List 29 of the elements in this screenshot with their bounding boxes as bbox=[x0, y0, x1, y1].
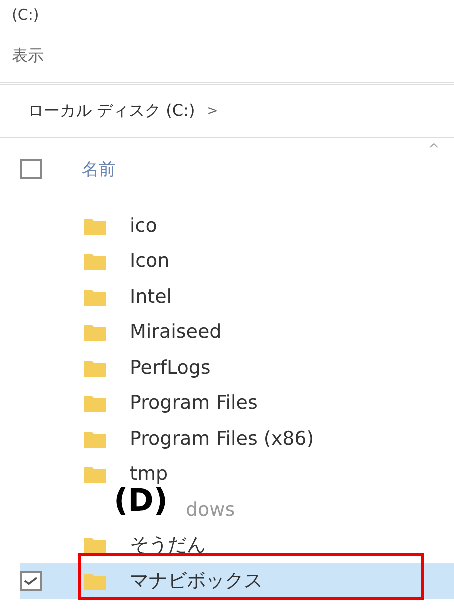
select-all-checkbox[interactable] bbox=[20, 159, 42, 179]
file-name[interactable]: マナビボックス bbox=[130, 568, 263, 594]
row-checkbox[interactable] bbox=[20, 570, 42, 591]
folder-icon bbox=[84, 394, 106, 412]
file-name[interactable]: PerfLogs bbox=[130, 356, 211, 379]
sort-indicator: ^ bbox=[428, 142, 440, 158]
file-name[interactable]: Miraiseed bbox=[130, 321, 222, 344]
window-title: (C:) bbox=[11, 5, 40, 26]
folder-icon bbox=[84, 323, 106, 342]
check-icon bbox=[24, 576, 38, 586]
folder-icon bbox=[84, 358, 106, 377]
column-header[interactable]: 名前 bbox=[82, 158, 116, 180]
folder-icon bbox=[84, 252, 106, 270]
file-name[interactable]: Intel bbox=[130, 286, 172, 308]
folder-icon bbox=[84, 536, 106, 554]
file-name[interactable]: Icon bbox=[130, 250, 170, 272]
file-name[interactable]: ico bbox=[130, 214, 158, 237]
folder-icon bbox=[84, 572, 106, 590]
selected-row[interactable]: マナビボックス bbox=[20, 563, 454, 598]
ribbon-tab[interactable]: 表示 bbox=[12, 46, 44, 65]
folder-icon bbox=[84, 288, 106, 306]
breadcrumb-separator[interactable]: > bbox=[207, 104, 218, 118]
breadcrumb-item[interactable]: ローカル ディスク (C:) bbox=[28, 100, 196, 122]
folder-icon bbox=[84, 430, 106, 448]
folder-icon bbox=[84, 216, 106, 235]
file-name[interactable]: Program Files (x86) bbox=[130, 428, 314, 450]
file-name[interactable]: tmp bbox=[130, 463, 168, 486]
folder-icon bbox=[84, 465, 106, 484]
file-name[interactable]: Program Files bbox=[130, 392, 258, 414]
